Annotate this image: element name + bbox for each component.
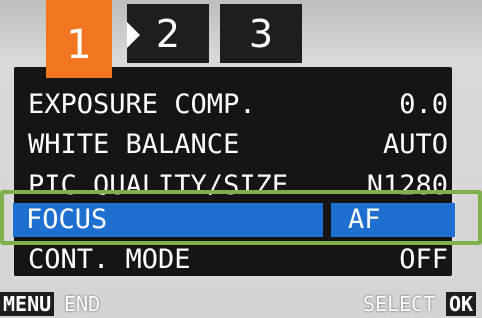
tab-3-label: 3 — [248, 12, 274, 56]
tab-3[interactable]: 3 — [220, 4, 302, 64]
menu-item-cont-mode[interactable]: CONT. MODE OFF — [28, 239, 448, 276]
tab-2-label: 2 — [155, 12, 181, 56]
menu-item-label: EXPOSURE COMP. — [28, 89, 256, 120]
menu-item-value: OFF — [399, 244, 448, 275]
menu-item-white-balance[interactable]: WHITE BALANCE AUTO — [28, 124, 448, 166]
menu-item-value: AUTO — [382, 129, 448, 160]
end-label: END — [64, 292, 101, 316]
menu-item-label: FOCUS — [26, 204, 108, 235]
menu-item-pic-quality-size[interactable]: PIC QUALITY/SIZE N1280 — [28, 165, 448, 195]
tab-1-label: 1 — [66, 22, 92, 68]
menu-item-value: N1280 — [366, 170, 448, 195]
menu-item-label: PIC QUALITY/SIZE — [28, 170, 289, 195]
ok-key[interactable]: OK — [446, 292, 477, 316]
triangle-right-icon — [127, 22, 140, 48]
menu-item-focus[interactable]: FOCUS AF — [26, 203, 446, 237]
tab-1[interactable]: 1 — [46, 0, 112, 78]
select-label: SELECT — [363, 292, 436, 316]
menu-item-label: CONT. MODE — [28, 244, 191, 275]
menu-panel: EXPOSURE COMP. 0.0 WHITE BALANCE AUTO PI… — [10, 63, 456, 280]
footer-hints: MENU END SELECT OK — [0, 290, 482, 318]
camera-menu-screen: 1 2 3 EXPOSURE COMP. 0.0 WHITE BALANCE A… — [0, 0, 482, 318]
menu-item-value: AF — [348, 204, 381, 235]
menu-item-value: 0.0 — [399, 89, 448, 120]
menu-item-label: WHITE BALANCE — [28, 129, 240, 160]
tab-2[interactable]: 2 — [127, 4, 209, 64]
menu-key[interactable]: MENU — [0, 292, 55, 316]
menu-item-exposure-comp[interactable]: EXPOSURE COMP. 0.0 — [28, 84, 448, 126]
